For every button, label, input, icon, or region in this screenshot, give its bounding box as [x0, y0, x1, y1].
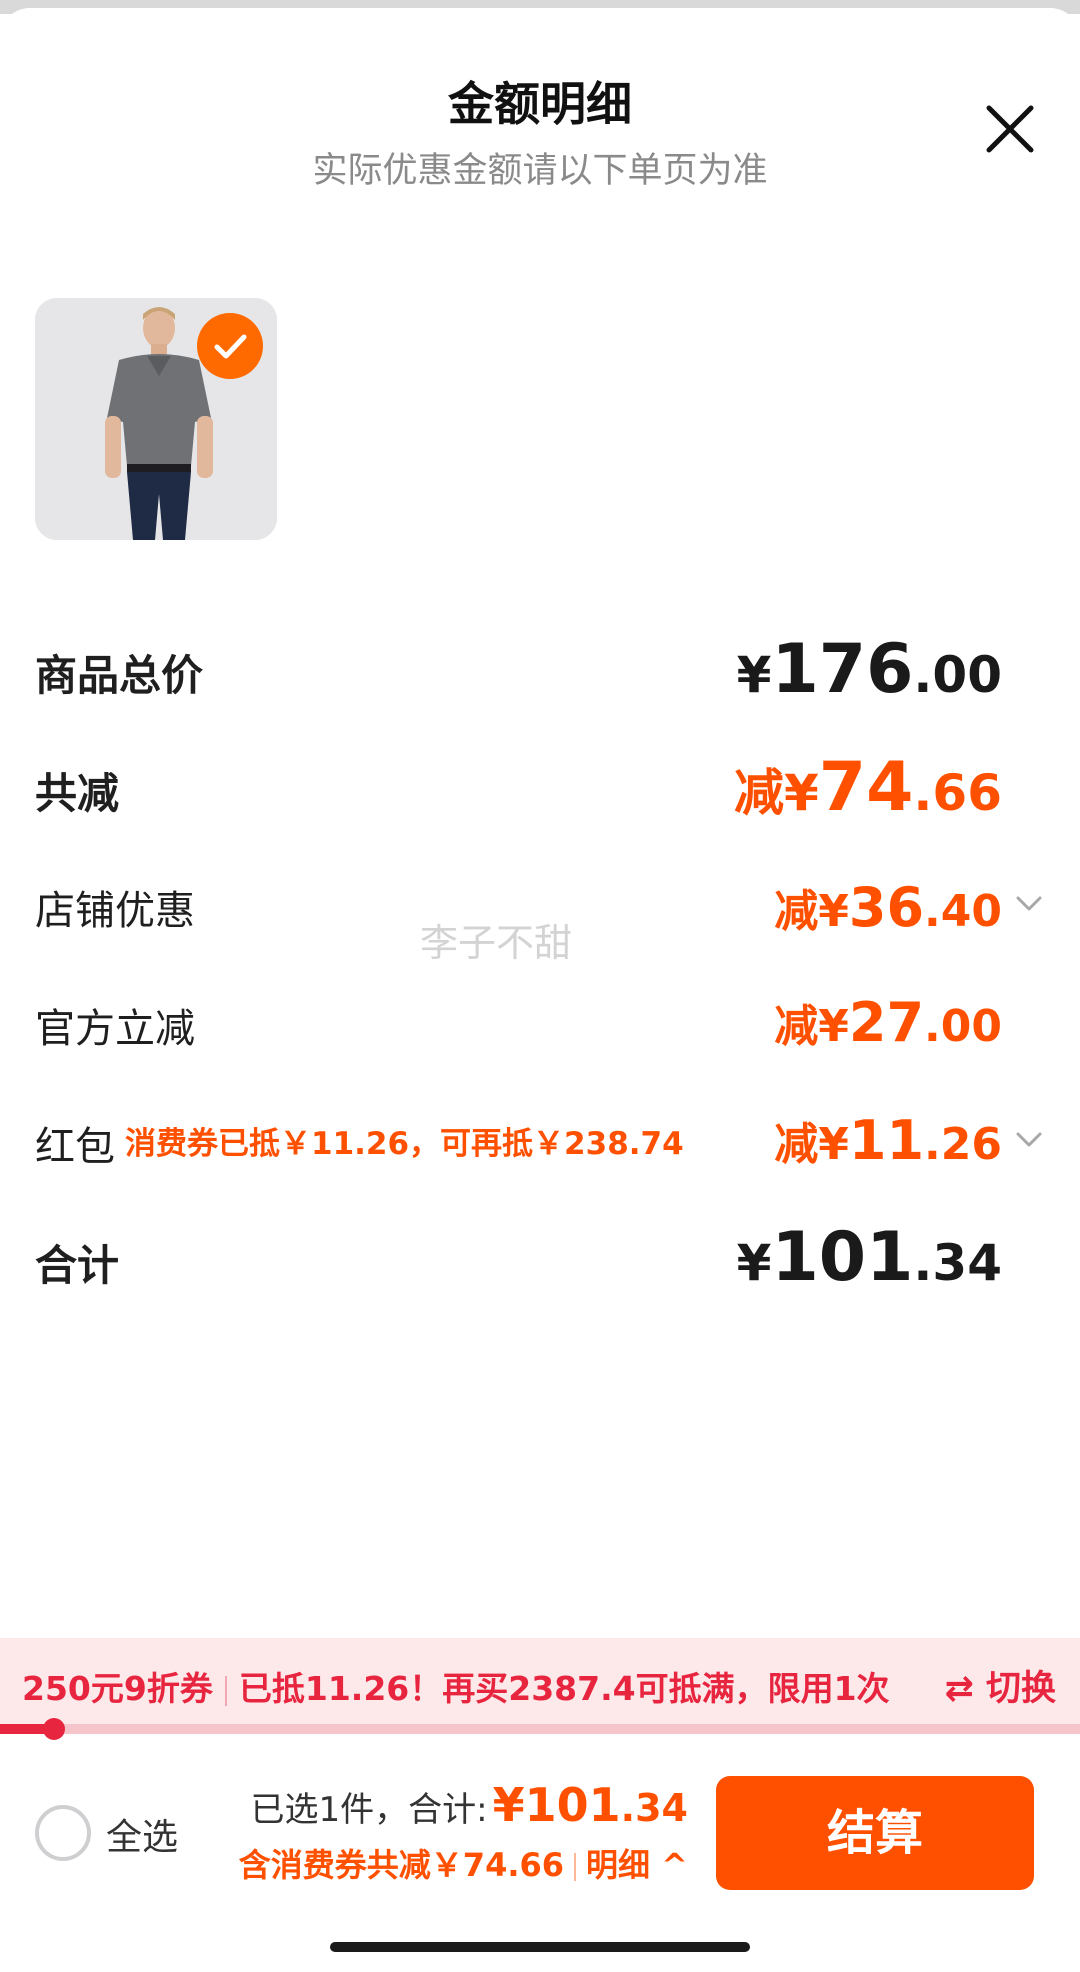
goods-total-label: 商品总价 [35, 651, 204, 700]
shop-discount-value[interactable]: 减¥36.40 [774, 875, 1002, 939]
official-discount-label: 官方立减 [35, 1006, 195, 1052]
selected-check-badge[interactable] [197, 313, 263, 379]
detail-toggle[interactable]: 明细 ^ [586, 1846, 688, 1884]
coupon-bar[interactable]: 250元9折券 已抵11.26！再买2387.4可抵满，限用1次 ⇄ 切换 [0, 1638, 1080, 1730]
select-all-label[interactable]: 全选 [106, 1808, 178, 1860]
checkout-button[interactable]: 结算 [716, 1776, 1034, 1890]
check-icon [214, 334, 247, 359]
goods-total-value: ¥176.00 [736, 630, 1002, 709]
coupon-text: 250元9折券 已抵11.26！再买2387.4可抵满，限用1次 [22, 1662, 890, 1710]
sheet-title: 金额明细 [448, 77, 632, 131]
coupon-name: 250元9折券 [22, 1669, 213, 1708]
red-packet-label: 红包 [35, 1124, 115, 1170]
total-discount-label: 共减 [35, 769, 120, 818]
grand-total-label: 合计 [35, 1241, 120, 1290]
official-discount-value: 减¥27.00 [774, 991, 1002, 1054]
watermark: 李子不甜 [420, 921, 573, 965]
red-packet-value[interactable]: 减¥11.26 [774, 1108, 1002, 1172]
footer-total: ¥101.34 [492, 1778, 688, 1832]
close-icon [986, 105, 1034, 153]
coupon-progress-knob [43, 1718, 65, 1740]
summary-divider [574, 1853, 577, 1881]
shop-discount-label: 店铺优惠 [35, 888, 195, 934]
shop-discount-expand[interactable] [1012, 886, 1046, 920]
discount-summary-text: 含消费券共减￥74.66 [238, 1846, 565, 1884]
chevron-down-icon [1016, 896, 1042, 911]
home-indicator [330, 1942, 750, 1952]
red-packet-note: 消费券已抵￥11.26，可再抵￥238.74 [125, 1126, 684, 1162]
close-button[interactable] [975, 94, 1045, 164]
selected-summary: 已选1件，合计: ¥101.34 [250, 1778, 688, 1832]
select-all-checkbox[interactable] [35, 1805, 91, 1861]
grand-total-value: ¥101.34 [736, 1218, 1002, 1297]
switch-coupon-button[interactable]: ⇄ 切换 [944, 1660, 1056, 1711]
total-discount-value: 减¥74.66 [733, 748, 1002, 827]
sheet-subtitle: 实际优惠金额请以下单页为准 [312, 151, 768, 191]
chevron-down-icon [1016, 1132, 1042, 1147]
coupon-progress-bar [0, 1718, 1080, 1740]
coupon-divider [224, 1675, 227, 1706]
discount-summary[interactable]: 含消费券共减￥74.66 明细 ^ [239, 1840, 688, 1886]
coupon-message: 已抵11.26！再买2387.4可抵满，限用1次 [238, 1669, 890, 1708]
selected-count-text: 已选1件，合计: [250, 1790, 488, 1830]
red-packet-expand[interactable] [1012, 1122, 1046, 1156]
